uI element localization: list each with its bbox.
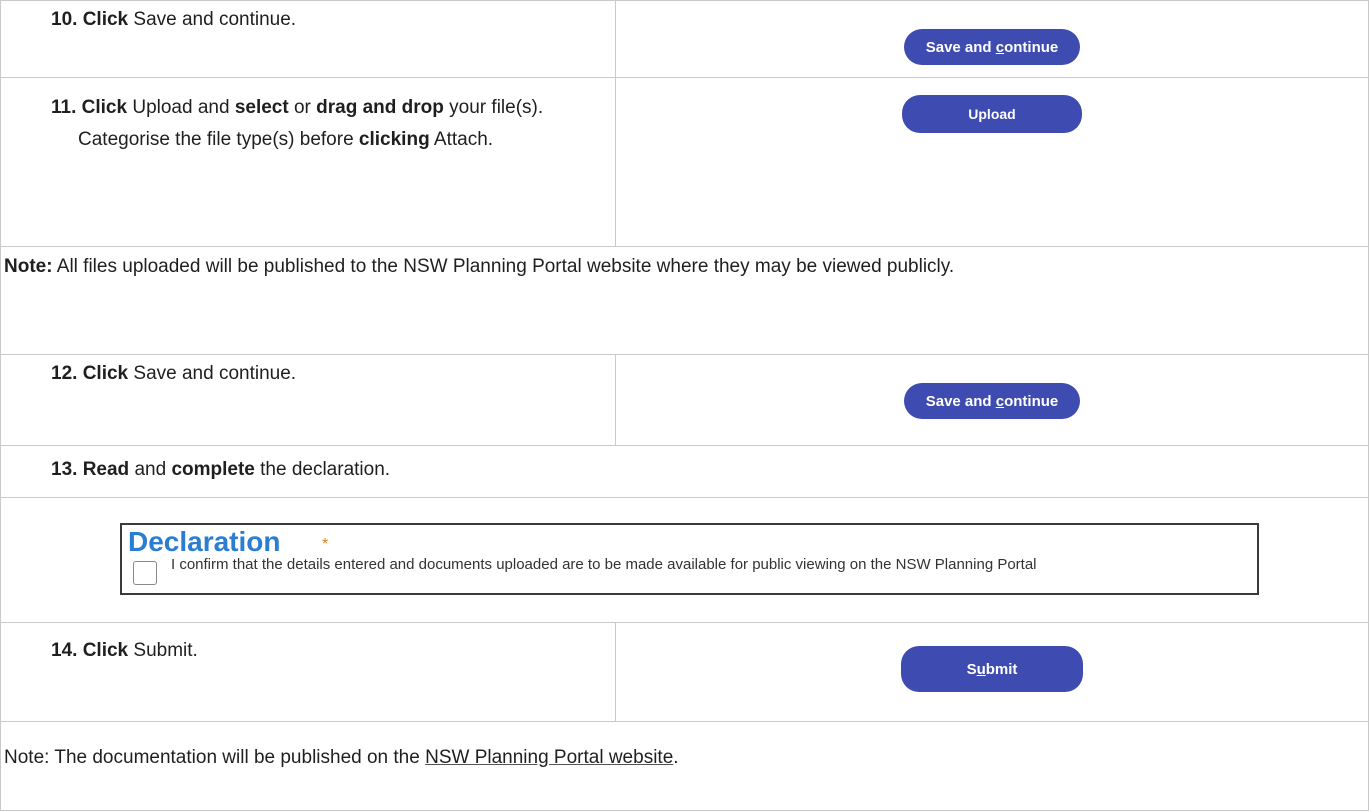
step-text: Save and continue.	[128, 9, 297, 30]
step-number: 11.	[51, 97, 77, 118]
step-number: 13.	[51, 459, 78, 480]
upload-button[interactable]: Upload	[902, 95, 1082, 133]
steps-table: 10. Click Save and continue. Save and co…	[0, 0, 1369, 811]
note-row-2: Note: The documentation will be publishe…	[0, 721, 1369, 811]
declaration-title: Declaration	[128, 526, 281, 557]
step-12-image: Save and continue	[615, 354, 1369, 446]
step-row-12: 12. Click Save and continue. Save and co…	[0, 354, 1369, 446]
step-keyword: Click	[82, 9, 129, 30]
step-14-image: Submit	[615, 622, 1369, 722]
save-and-continue-button[interactable]: Save and continue	[904, 29, 1080, 65]
declaration-text: I confirm that the details entered and d…	[171, 556, 1037, 573]
step-10-text: 10. Click Save and continue.	[0, 0, 616, 78]
step-number: 14.	[51, 640, 78, 661]
step-row-13: 13. Read and complete the declaration.	[0, 445, 1369, 498]
step-10-image: Save and continue	[615, 0, 1369, 78]
step-11-text: 11. Click Upload and select or drag and …	[0, 77, 616, 247]
note-documentation: Note: The documentation will be publishe…	[0, 721, 1369, 811]
declaration-panel: Declaration * I confirm that the details…	[120, 523, 1259, 595]
step-row-14: 14. Click Submit. Submit	[0, 622, 1369, 722]
step-11-image: Upload	[615, 77, 1369, 247]
step-number: 10.	[51, 9, 78, 30]
step-number: 12.	[51, 363, 78, 384]
step-13-text: 13. Read and complete the declaration.	[0, 445, 1369, 498]
declaration-screenshot-cell: Declaration * I confirm that the details…	[0, 497, 1369, 623]
note-upload: Note: All files uploaded will be publish…	[0, 246, 1369, 355]
declaration-row: Declaration * I confirm that the details…	[0, 497, 1369, 623]
step-12-text: 12. Click Save and continue.	[0, 354, 616, 446]
save-and-continue-button[interactable]: Save and continue	[904, 383, 1080, 419]
declaration-checkbox[interactable]	[133, 561, 157, 585]
step-row-11: 11. Click Upload and select or drag and …	[0, 77, 1369, 247]
note-row: Note: All files uploaded will be publish…	[0, 246, 1369, 355]
nsw-planning-portal-link[interactable]: NSW Planning Portal website	[425, 747, 673, 768]
instruction-page: 10. Click Save and continue. Save and co…	[0, 0, 1369, 811]
step-14-text: 14. Click Submit.	[0, 622, 616, 722]
required-mark: *	[322, 536, 329, 553]
step-row-10: 10. Click Save and continue. Save and co…	[0, 0, 1369, 78]
submit-button[interactable]: Submit	[901, 646, 1083, 692]
